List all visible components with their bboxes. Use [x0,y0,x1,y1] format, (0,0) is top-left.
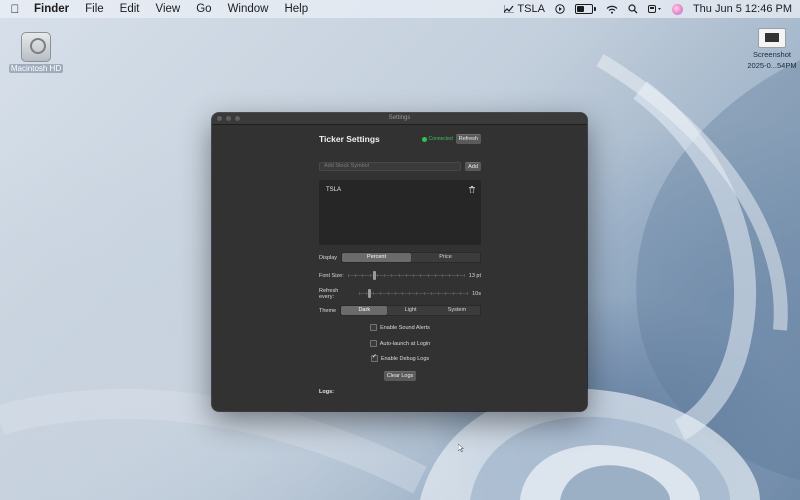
refresh-interval-row: Refresh every: 10s [319,287,481,300]
display-option-percent[interactable]: Percent [342,253,412,262]
page-title: Ticker Settings [319,134,380,144]
screenshot-thumbnail-icon [758,28,786,48]
status-text: Connected [428,136,453,142]
logs-label: Logs: [319,389,334,395]
menu-window[interactable]: Window [220,0,277,18]
mouse-cursor-icon [458,444,464,452]
screenshot-label-line2: 2025-0...54PM [747,61,797,70]
font-size-slider-knob[interactable] [372,271,376,280]
clear-logs-button[interactable]: Clear Logs [383,371,417,381]
search-icon[interactable] [628,0,638,18]
play-icon[interactable] [555,0,565,18]
siri-icon[interactable] [671,3,683,15]
theme-option-light[interactable]: Light [387,306,433,315]
menu-view[interactable]: View [148,0,189,18]
trash-icon[interactable] [469,186,475,193]
font-size-slider[interactable] [347,271,465,280]
refresh-interval-slider-knob[interactable] [367,289,371,298]
stock-chart-icon [504,5,515,13]
display-option-price[interactable]: Price [411,253,480,262]
font-size-label: Font Size: [319,272,344,279]
menu-app-name[interactable]: Finder [26,0,77,18]
refresh-interval-value: 10s [472,290,481,297]
list-item[interactable]: TSLA [326,186,475,193]
add-symbol-row: Add Stock Symbol Add [319,162,481,171]
theme-segmented-control: Dark Light System [340,305,481,316]
window-titlebar[interactable]: Settings [212,113,587,125]
hard-drive-icon [21,32,51,62]
refresh-button[interactable]: Refresh [455,134,481,144]
debug-logs-label: Enable Debug Logs [380,355,430,362]
settings-window: Settings Ticker Settings Connected Refre… [212,113,587,411]
auto-launch-checkbox[interactable] [369,340,377,347]
auto-launch-label: Auto-launch at Login [379,340,431,347]
menu-go[interactable]: Go [188,0,219,18]
display-label: Display [319,254,338,261]
auto-launch-toggle[interactable]: Auto-launch at Login [319,340,481,347]
menubar-clock[interactable]: Thu Jun 5 12:46 PM [693,3,792,15]
theme-option-dark[interactable]: Dark [341,306,388,315]
desktop-drive-icon[interactable]: Macintosh HD [8,32,64,73]
theme-option-system[interactable]: System [434,306,480,315]
clear-logs-wrap: Clear Logs [319,371,481,381]
window-title: Settings [388,115,411,121]
debug-logs-toggle[interactable]: Enable Debug Logs [319,354,481,362]
wifi-icon[interactable] [606,0,618,18]
menu-file[interactable]: File [77,0,112,18]
theme-label: Theme [319,307,337,314]
control-center-icon[interactable] [647,0,662,18]
apple-icon[interactable]:  [4,2,26,16]
add-button[interactable]: Add [465,162,481,171]
sound-alerts-toggle[interactable]: Enable Sound Alerts [319,324,481,331]
ticker-status-label: TSLA [517,3,545,15]
display-row: Display Percent Price [319,252,481,263]
refresh-interval-slider[interactable] [358,289,469,298]
desktop-screenshot-file[interactable]: Screenshot 2025-0...54PM [744,28,800,70]
display-segmented-control: Percent Price [341,252,481,263]
connection-status: Connected [421,136,453,142]
symbol-label: TSLA [326,186,342,193]
screenshot-label-line1: Screenshot [753,50,791,59]
status-dot-icon [421,136,427,142]
debug-logs-checkbox[interactable] [370,354,378,362]
theme-row: Theme Dark Light System [319,305,481,316]
menu-bar:  Finder File Edit View Go Window Help T… [0,0,800,18]
symbol-input[interactable]: Add Stock Symbol [319,162,461,171]
desktop-drive-label: Macintosh HD [8,64,64,73]
sound-alerts-label: Enable Sound Alerts [380,324,430,331]
symbol-list: TSLA [319,180,481,245]
sound-alerts-checkbox[interactable] [370,324,378,331]
ticker-status-item[interactable]: TSLA [504,3,545,15]
menu-help[interactable]: Help [276,0,316,18]
battery-icon[interactable] [574,0,596,18]
font-size-row: Font Size: 13 pt [319,271,481,280]
menu-edit[interactable]: Edit [112,0,148,18]
font-size-value: 13 pt [468,272,481,279]
settings-header: Ticker Settings Connected Refresh [319,132,481,146]
refresh-interval-label: Refresh every: [319,287,339,300]
